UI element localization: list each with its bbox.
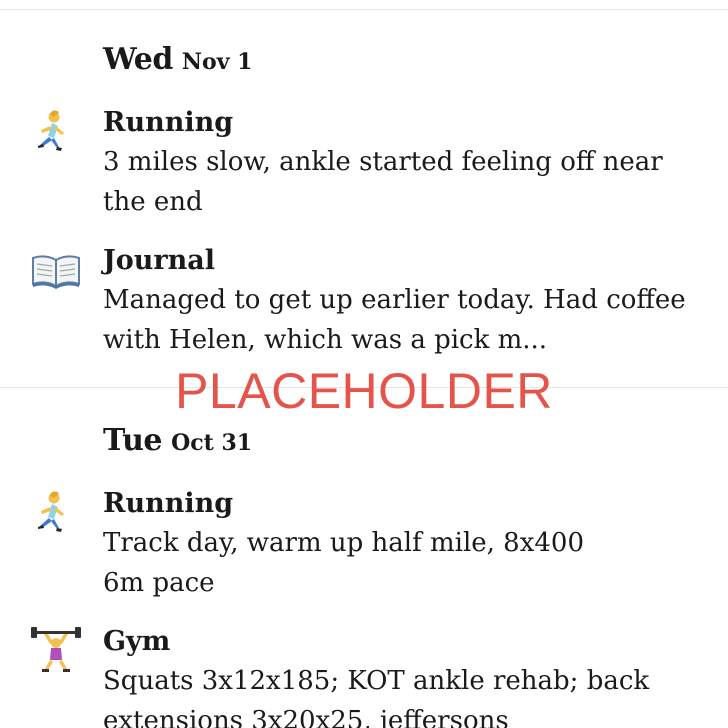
entry-text: Track day, warm up half mile, 8x400 6m p… xyxy=(103,528,584,598)
entry-title: Journal xyxy=(103,245,216,276)
day-name: Tue xyxy=(103,423,162,458)
entry-text: 3 miles slow, ankle started feeling off … xyxy=(103,147,663,217)
entry-title: Gym xyxy=(103,626,171,657)
entry-text: Managed to get up earlier today. Had cof… xyxy=(103,285,686,355)
list-item[interactable]: Journal Managed to get up earlier today.… xyxy=(0,244,728,364)
day-date: Nov 1 xyxy=(181,49,253,75)
entry-title: Running xyxy=(103,488,234,519)
day-date: Oct 31 xyxy=(171,430,253,456)
day-header: Tue Oct 31 xyxy=(103,423,252,458)
entry-text: Squats 3x12x185; KOT ankle rehab; back e… xyxy=(103,666,650,728)
placeholder-label: PLACEHOLDER xyxy=(175,363,553,419)
list-item[interactable]: Gym Squats 3x12x185; KOT ankle rehab; ba… xyxy=(0,625,728,728)
top-divider xyxy=(0,0,728,10)
list-item[interactable]: Running 3 miles slow, ankle started feel… xyxy=(0,106,728,226)
list-item[interactable]: Running Track day, warm up half mile, 8x… xyxy=(0,487,728,607)
woman-running-icon xyxy=(30,108,84,156)
day-name: Wed xyxy=(103,42,173,77)
open-book-icon xyxy=(30,246,84,294)
day-header: Wed Nov 1 xyxy=(103,42,252,77)
woman-running-icon xyxy=(30,489,84,537)
entry-title: Running xyxy=(103,107,234,138)
weightlifter-icon xyxy=(30,627,84,675)
